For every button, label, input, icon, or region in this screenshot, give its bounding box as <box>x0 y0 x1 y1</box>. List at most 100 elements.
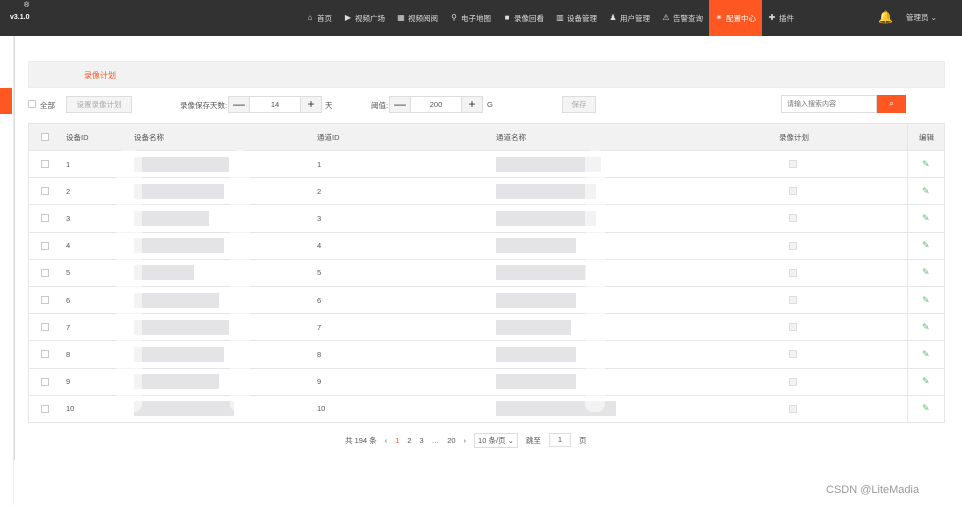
edit-icon[interactable]: ✎ <box>922 295 931 305</box>
recording-plan-checkbox[interactable] <box>789 377 797 386</box>
days-increment-button[interactable]: + <box>301 97 321 112</box>
row-checkbox[interactable] <box>41 404 49 413</box>
row-checkbox[interactable] <box>41 268 49 277</box>
row-checkbox[interactable] <box>41 350 49 359</box>
header-channel-id: 通道ID <box>317 132 340 142</box>
search-button[interactable]: ⌕ <box>877 95 906 113</box>
row-checkbox[interactable] <box>41 323 49 332</box>
edit-icon[interactable]: ✎ <box>922 404 931 413</box>
redacted-text <box>496 374 576 390</box>
select-all-checkbox[interactable] <box>28 100 36 108</box>
nav-item-6[interactable]: ♟ 用户管理 <box>603 0 656 36</box>
days-decrement-button[interactable]: — <box>229 97 249 112</box>
threshold-decrement-button[interactable]: — <box>390 97 410 112</box>
edit-icon[interactable]: ✎ <box>922 241 931 250</box>
table-row: 8 8 ✎ <box>29 341 944 369</box>
redacted-text <box>134 265 194 281</box>
pager-page-1[interactable]: 1 <box>395 436 399 445</box>
header-checkbox[interactable] <box>41 133 49 141</box>
device-id-cell: 6 <box>66 295 71 305</box>
nav-item-label: 录像回看 <box>514 13 544 23</box>
set-plan-button[interactable]: 设置录像计划 <box>66 96 132 113</box>
search-input[interactable] <box>781 95 877 113</box>
goto-label: 跳至 <box>525 435 541 445</box>
pager-page-3[interactable]: 3 <box>420 436 424 445</box>
recording-plan-checkbox[interactable] <box>789 323 797 332</box>
nav-item-0[interactable]: ⌂ 首页 <box>300 0 338 36</box>
pager-prev-button[interactable]: ‹ <box>385 436 388 445</box>
nav-item-7[interactable]: ⚠ 告警查询 <box>656 0 709 36</box>
recording-plan-checkbox[interactable] <box>789 187 797 196</box>
pager-ellipsis: … <box>431 435 440 445</box>
days-label: 录像保存天数: <box>180 101 228 110</box>
table-row: 4 4 ✎ <box>29 232 944 260</box>
page-size-select[interactable]: 10 条/页 ⌄ <box>474 432 518 448</box>
recording-plan-checkbox[interactable] <box>789 268 797 277</box>
threshold-input[interactable]: 200 <box>410 97 462 112</box>
nav-item-8[interactable]: ✷ 配置中心 <box>709 0 762 36</box>
row-checkbox[interactable] <box>41 214 49 223</box>
gear-icon: ✷ <box>715 13 723 22</box>
top-nav-bar: ® v3.1.0 ⌂ 首页 ▶ 视频广场 ▦ 视频阅阅 ⚲ 电子地图 ■ 录像回看 ▥ 设备管理 ♟ 用户… <box>0 0 962 36</box>
row-checkbox[interactable] <box>41 187 49 196</box>
device-id-cell: 8 <box>66 349 71 359</box>
edit-icon[interactable]: ✎ <box>922 349 931 359</box>
home-icon: ⌂ <box>307 13 313 22</box>
select-all-label: 全部 <box>40 101 55 110</box>
device-id-cell: 4 <box>66 241 71 251</box>
edit-icon[interactable]: ✎ <box>922 159 931 169</box>
nav-item-label: 首页 <box>317 13 332 23</box>
header-edit: 编辑 <box>907 124 945 150</box>
threshold-label: 阈值: <box>371 101 389 110</box>
row-checkbox[interactable] <box>41 160 49 169</box>
recording-plan-checkbox[interactable] <box>789 241 797 250</box>
channel-id-cell: 9 <box>317 377 322 387</box>
map-pin-icon: ⚲ <box>451 13 457 22</box>
edit-icon[interactable]: ✎ <box>922 377 931 386</box>
pager-next-button[interactable]: › <box>464 436 467 445</box>
nav-item-9[interactable]: ✚ 插件 <box>762 0 800 36</box>
table-header-row: 设备ID 设备名称 通道ID 通道名称 录像计划 编辑 <box>29 124 944 151</box>
redacted-text <box>496 319 571 335</box>
nav-item-3[interactable]: ⚲ 电子地图 <box>444 0 497 36</box>
row-checkbox[interactable] <box>41 377 49 386</box>
nav-item-label: 设备管理 <box>567 13 597 23</box>
nav-item-5[interactable]: ▥ 设备管理 <box>550 0 603 36</box>
user-menu[interactable]: 管理员 ⌄ <box>906 12 937 23</box>
recording-plan-checkbox[interactable] <box>789 350 797 359</box>
edit-icon[interactable]: ✎ <box>922 186 931 196</box>
redacted-text <box>134 238 224 254</box>
redacted-text <box>134 183 224 199</box>
recording-plan-checkbox[interactable] <box>789 296 797 305</box>
row-checkbox[interactable] <box>41 296 49 305</box>
recording-plan-checkbox[interactable] <box>789 404 797 413</box>
pager-page-20[interactable]: 20 <box>447 436 455 445</box>
redacted-text <box>134 210 209 226</box>
nav-item-label: 视频阅阅 <box>408 13 438 23</box>
recording-plan-checkbox[interactable] <box>789 160 797 169</box>
save-button[interactable]: 保存 <box>562 96 596 113</box>
recording-plan-checkbox[interactable] <box>789 214 797 223</box>
channel-name-cell <box>496 260 586 286</box>
row-checkbox[interactable] <box>41 241 49 250</box>
days-input[interactable]: 14 <box>249 97 301 112</box>
nav-item-2[interactable]: ▦ 视频阅阅 <box>391 0 444 36</box>
threshold-increment-button[interactable]: + <box>462 97 482 112</box>
nav-item-label: 用户管理 <box>620 13 650 23</box>
edit-icon[interactable]: ✎ <box>922 213 931 223</box>
pager-page-2[interactable]: 2 <box>407 436 411 445</box>
recording-plan-table: 设备ID 设备名称 通道ID 通道名称 录像计划 编辑 1 1 ✎ 2 2 ✎ 3 3 ✎ 4 4 ✎… <box>28 123 945 423</box>
goto-page-input[interactable]: 1 <box>548 433 571 447</box>
edit-icon[interactable]: ✎ <box>922 268 931 277</box>
nav-item-4[interactable]: ■ 录像回看 <box>497 0 550 36</box>
nav-item-1[interactable]: ▶ 视频广场 <box>338 0 391 36</box>
redaction-overlay <box>585 150 605 412</box>
channel-id-cell: 5 <box>317 268 322 278</box>
edit-icon[interactable]: ✎ <box>922 322 931 332</box>
channel-id-cell: 3 <box>317 213 322 223</box>
bell-icon[interactable]: 🔔 <box>878 10 893 26</box>
redacted-text <box>134 401 234 417</box>
device-name-cell <box>134 369 219 395</box>
brand-reg-mark: ® <box>24 2 30 9</box>
channel-id-cell: 10 <box>317 404 326 414</box>
